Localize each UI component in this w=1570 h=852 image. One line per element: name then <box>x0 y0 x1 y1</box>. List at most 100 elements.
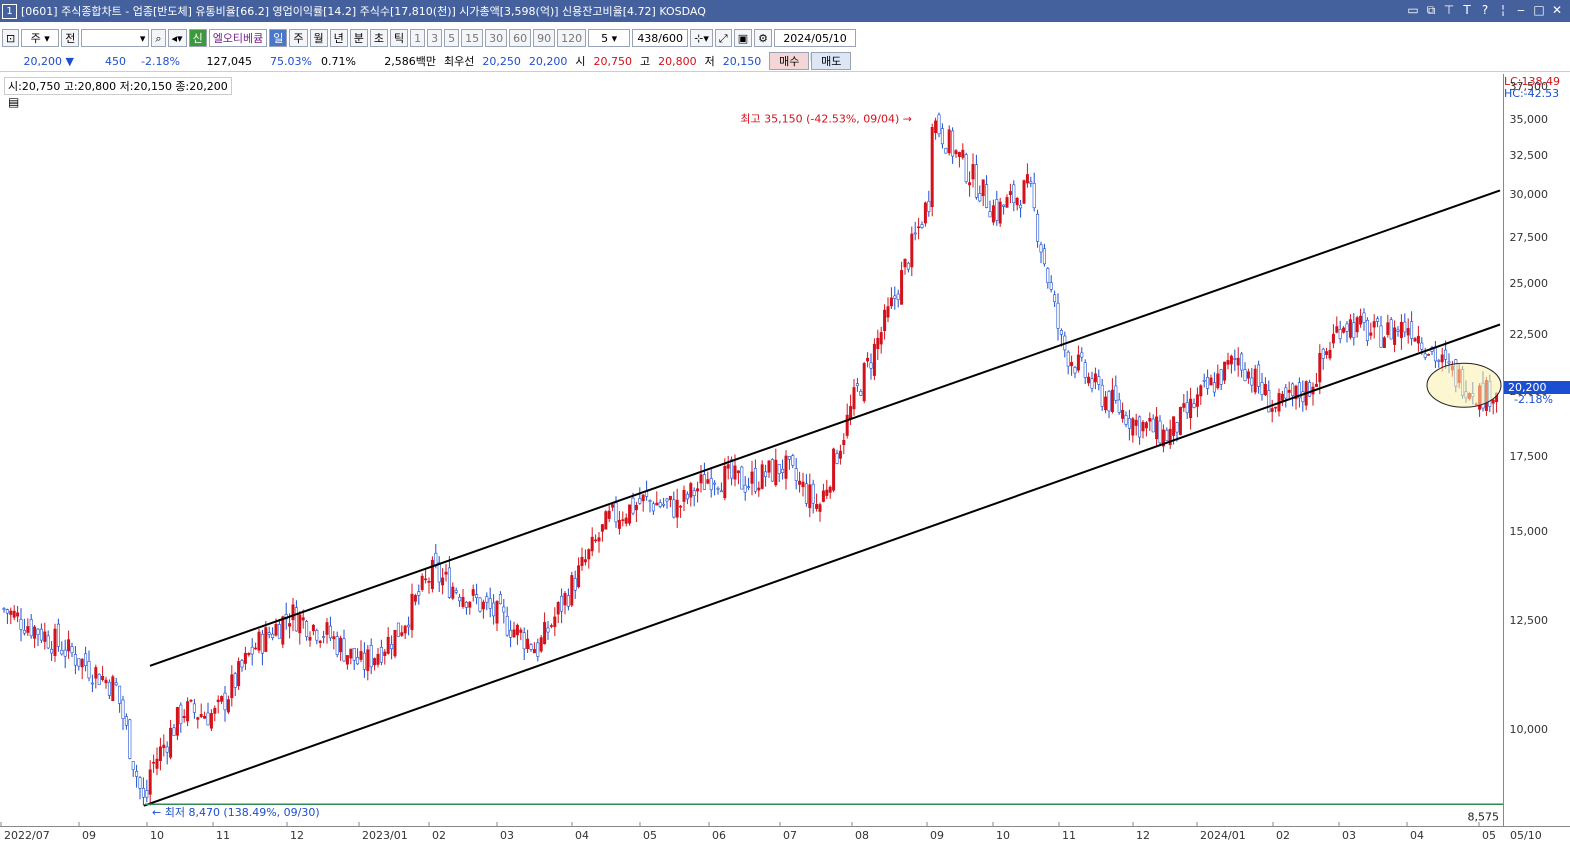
interval-input[interactable]: 5 ▾ <box>588 29 631 47</box>
candle-body <box>87 661 91 679</box>
date-tick: 04 <box>1410 829 1424 842</box>
candle-body <box>240 660 244 668</box>
open-label: 시 <box>575 55 586 68</box>
interval-120[interactable]: 120 <box>557 29 587 47</box>
candle-body <box>696 488 700 492</box>
candle-body <box>648 500 652 502</box>
crosshair-icon[interactable]: ⊹▾ <box>690 29 713 47</box>
window-title: [0601] 주식종합차트 - 업종[반도체] 유통비율[66.2] 영업이익률… <box>21 5 706 18</box>
candle-body <box>420 575 424 590</box>
candle-body <box>607 510 611 519</box>
interval-15[interactable]: 15 <box>461 29 484 47</box>
interval-5[interactable]: 5 <box>444 29 460 47</box>
close-icon[interactable]: ✕ <box>1550 3 1564 18</box>
chart-menu-icon[interactable]: ▤ <box>8 95 19 109</box>
candle-body <box>1121 409 1125 419</box>
candle-body <box>175 707 179 736</box>
tab-year[interactable]: 년 <box>329 29 348 47</box>
candle-body <box>189 699 193 702</box>
candle-body <box>315 630 319 641</box>
candle-body <box>390 644 394 650</box>
high-price: 20,800 <box>658 54 697 68</box>
interval-60[interactable]: 60 <box>509 29 532 47</box>
speaker-icon[interactable]: ◂▾ <box>167 29 187 47</box>
prev-button[interactable]: 전 <box>61 29 80 47</box>
candle-body <box>254 647 258 650</box>
code-input[interactable]: ▾ <box>81 29 150 47</box>
price-chart[interactable]: 최고 35,150 (-42.53%, 09/04) → ← 최저 8,470 (… <box>0 74 1504 826</box>
candle-body <box>311 624 315 632</box>
candle-body <box>573 578 577 591</box>
interval-90[interactable]: 90 <box>533 29 556 47</box>
candle-body <box>1100 384 1104 407</box>
tab-tick[interactable]: 틱 <box>390 29 409 47</box>
market-select[interactable]: 주 ▾ <box>21 29 60 47</box>
candle-body <box>322 636 326 638</box>
candle-body <box>583 559 587 563</box>
sell-button[interactable]: 매도 <box>811 52 852 70</box>
candle-body <box>1382 337 1386 348</box>
maximize-icon[interactable]: □ <box>1532 3 1546 18</box>
candle-body <box>73 654 77 666</box>
candle-body <box>1440 354 1444 363</box>
candle-body <box>1053 294 1057 302</box>
candle-body <box>1066 351 1070 367</box>
candle-body <box>849 406 853 420</box>
candle-body <box>808 484 812 509</box>
candle-body <box>1447 361 1451 364</box>
candle-body <box>1420 342 1424 350</box>
candle-body <box>675 499 679 518</box>
help-icon[interactable]: ? <box>1478 3 1492 18</box>
tab-day[interactable]: 일 <box>269 29 288 47</box>
tab-minute[interactable]: 분 <box>349 29 368 47</box>
copy-window-icon[interactable]: ⧉ <box>1424 3 1438 18</box>
candle-body <box>369 645 373 668</box>
candle-body <box>1083 362 1087 378</box>
channel-lower-line[interactable] <box>143 323 1501 807</box>
candle-body <box>1338 328 1342 340</box>
candle-body <box>481 601 485 610</box>
candle-body <box>223 692 227 711</box>
save-icon[interactable]: ▣ <box>733 29 753 47</box>
candle-body <box>733 465 737 480</box>
candle-body <box>444 571 448 575</box>
candle-body <box>335 636 339 655</box>
interval-1[interactable]: 1 <box>410 29 426 47</box>
font-icon[interactable]: T <box>1460 3 1474 18</box>
interval-3[interactable]: 3 <box>427 29 443 47</box>
gear-icon[interactable]: ⚙ <box>754 29 773 47</box>
interval-30[interactable]: 30 <box>485 29 508 47</box>
channel-upper-line[interactable] <box>149 189 1501 667</box>
tab-month[interactable]: 월 <box>309 29 328 47</box>
candle-body <box>1138 416 1142 438</box>
candle-body <box>1240 353 1244 371</box>
candle-body <box>1379 325 1383 348</box>
tab-second[interactable]: 초 <box>369 29 389 47</box>
candle-body <box>182 716 186 719</box>
date-input[interactable]: 2024/05/10 ▦ <box>774 29 857 63</box>
date-tick: 05 <box>643 829 657 842</box>
candle-body <box>1359 315 1363 325</box>
layout-icon[interactable]: ⊡ <box>2 29 20 47</box>
draw-tool-icon[interactable]: ⤢ <box>714 29 732 47</box>
candle-body <box>604 511 608 530</box>
chart-svg[interactable]: 최고 35,150 (-42.53%, 09/04) → ← 최저 8,470 (… <box>0 74 1503 826</box>
candle-body <box>447 567 451 598</box>
restore-icon[interactable]: ▭ <box>1406 3 1420 18</box>
candle-body <box>862 363 866 402</box>
tab-week[interactable]: 주 <box>289 29 308 47</box>
candle-body <box>828 486 832 493</box>
candle-body <box>1104 396 1108 411</box>
minimize-icon[interactable]: ‒ <box>1514 3 1528 18</box>
pin-icon[interactable]: ⊤ <box>1442 3 1456 18</box>
candle-body <box>63 649 67 657</box>
search-icon[interactable]: ⌕ <box>151 29 166 47</box>
candle-body <box>1110 389 1114 412</box>
count-input[interactable]: 438/600 <box>632 29 689 47</box>
candle-body <box>1117 399 1121 413</box>
candle-body <box>60 649 64 655</box>
highlight-ellipse[interactable] <box>1426 362 1502 408</box>
buy-button[interactable]: 매수 <box>769 52 810 70</box>
candle-body <box>305 621 309 637</box>
candle-body <box>719 490 723 493</box>
